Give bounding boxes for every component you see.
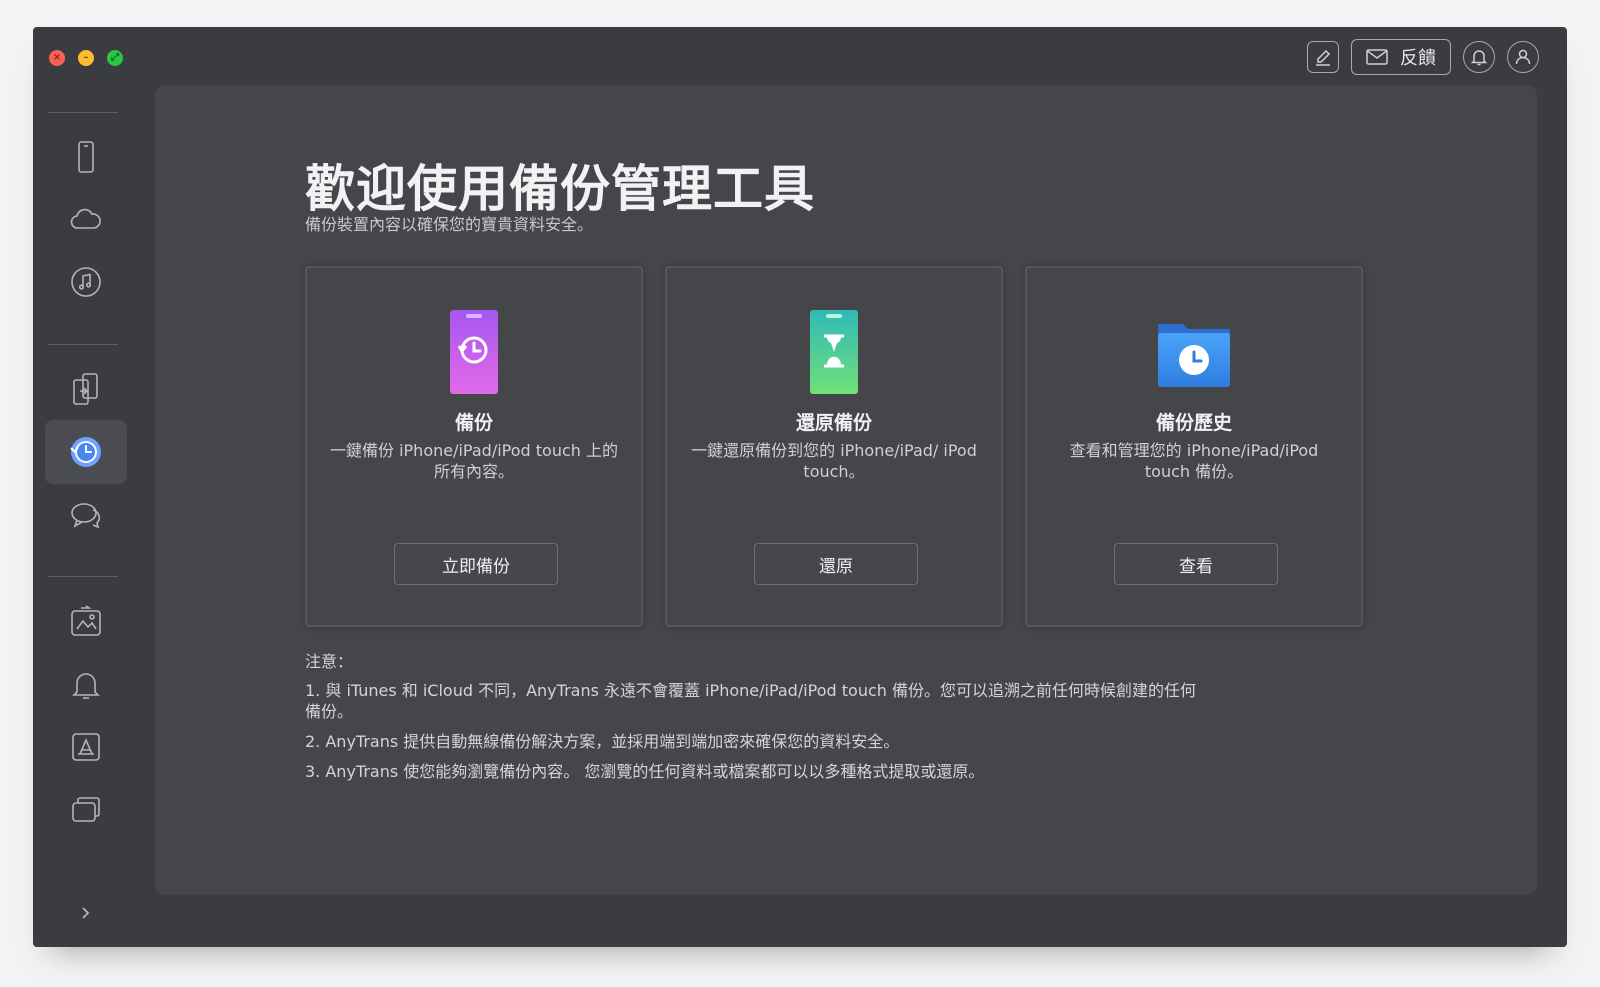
sidebar-item-ringtones[interactable]: [45, 653, 127, 717]
sidebar-item-app-store[interactable]: [45, 715, 127, 779]
mail-icon: [1366, 49, 1388, 65]
music-icon: [71, 267, 101, 297]
main-panel: 歡迎使用備份管理工具 備份裝置內容以確保您的寶貴資料安全。 備份 一鍵備份 iP…: [155, 85, 1537, 895]
note-item: 1. 與 iTunes 和 iCloud 不同，AnyTrans 永遠不會覆蓋 …: [305, 681, 1197, 721]
sidebar-divider: [48, 576, 118, 577]
close-window-button[interactable]: ×: [49, 50, 65, 66]
backup-history-card: 備份歷史 查看和管理您的 iPhone/iPad/iPod touch 備份。 …: [1025, 266, 1363, 627]
zoom-window-button[interactable]: ⤢: [107, 50, 123, 66]
chat-bubbles-icon: [71, 503, 101, 529]
card-title: 還原備份: [795, 412, 872, 434]
sidebar-expand-button[interactable]: [73, 901, 97, 925]
notes-section: 注意： 1. 與 iTunes 和 iCloud 不同，AnyTrans 永遠不…: [305, 651, 1205, 791]
edit-note-icon: [1316, 49, 1331, 66]
app-store-icon: [72, 733, 100, 761]
card-title: 備份歷史: [1155, 412, 1232, 434]
card-description: 一鍵備份 iPhone/iPad/iPod touch 上的所有內容。: [330, 441, 618, 481]
bell-icon: [1470, 50, 1488, 66]
restore-card: 還原備份 一鍵還原備份到您的 iPhone/iPad/ iPod touch。 …: [665, 266, 1003, 627]
cloud-icon: [70, 208, 101, 229]
app-window: × – ⤢ 反饋 歡迎使用備份管理工具 備份裝置內容以確保您的寶貴資料安全。 備…: [33, 27, 1567, 947]
sidebar-divider: [48, 112, 118, 113]
sidebar: [33, 87, 153, 947]
user-icon: [1515, 49, 1531, 65]
backup-clock-icon: [70, 437, 101, 467]
traffic-lights: × – ⤢: [49, 50, 123, 66]
account-button[interactable]: [1507, 41, 1539, 73]
top-toolbar: 反饋: [1307, 39, 1539, 75]
notes-heading: 注意：: [305, 652, 354, 671]
restore-button[interactable]: 還原: [754, 543, 918, 585]
note-item: 2. AnyTrans 提供自動無線備份解決方案，並採用端到端加密來確保您的資料…: [305, 732, 900, 751]
ringtone-bell-icon: [72, 673, 100, 699]
sidebar-item-backup[interactable]: [45, 420, 127, 484]
backup-now-button[interactable]: 立即備份: [394, 543, 558, 585]
phone-transfer-icon: [73, 373, 98, 405]
sidebar-item-screens[interactable]: [45, 778, 127, 842]
sidebar-item-icloud[interactable]: [45, 187, 127, 251]
sidebar-divider: [48, 344, 118, 345]
phone-icon: [78, 141, 94, 173]
feedback-label: 反饋: [1400, 48, 1436, 69]
folder-clock-icon: [1158, 324, 1230, 387]
note-item: 3. AnyTrans 使您能夠瀏覽備份內容。 您瀏覽的任何資料或檔案都可以以多…: [305, 762, 985, 781]
view-history-button[interactable]: 查看: [1114, 543, 1278, 585]
sidebar-item-music[interactable]: [45, 250, 127, 314]
backup-card: 備份 一鍵備份 iPhone/iPad/iPod touch 上的所有內容。 立…: [305, 266, 643, 627]
phone-backup-icon: [450, 310, 498, 394]
card-description: 查看和管理您的 iPhone/iPad/iPod touch 備份。: [1069, 441, 1319, 481]
sidebar-item-photo-sync[interactable]: [45, 590, 127, 654]
card-title: 備份: [454, 412, 493, 434]
page-subtitle: 備份裝置內容以確保您的寶貴資料安全。: [305, 215, 594, 234]
photo-sync-icon: [71, 605, 101, 636]
sidebar-item-messages[interactable]: [45, 483, 127, 547]
chevron-right-icon: [82, 907, 90, 919]
edit-note-button[interactable]: [1307, 41, 1339, 73]
phone-hourglass-icon: [810, 310, 858, 394]
sidebar-item-device[interactable]: [45, 125, 127, 189]
sidebar-item-phone-transfer[interactable]: [45, 357, 127, 421]
card-description: 一鍵還原備份到您的 iPhone/iPad/ iPod touch。: [691, 441, 977, 481]
minimize-window-button[interactable]: –: [78, 50, 94, 66]
screens-icon: [72, 797, 100, 822]
notifications-button[interactable]: [1463, 41, 1495, 73]
feedback-button[interactable]: 反饋: [1351, 39, 1451, 75]
